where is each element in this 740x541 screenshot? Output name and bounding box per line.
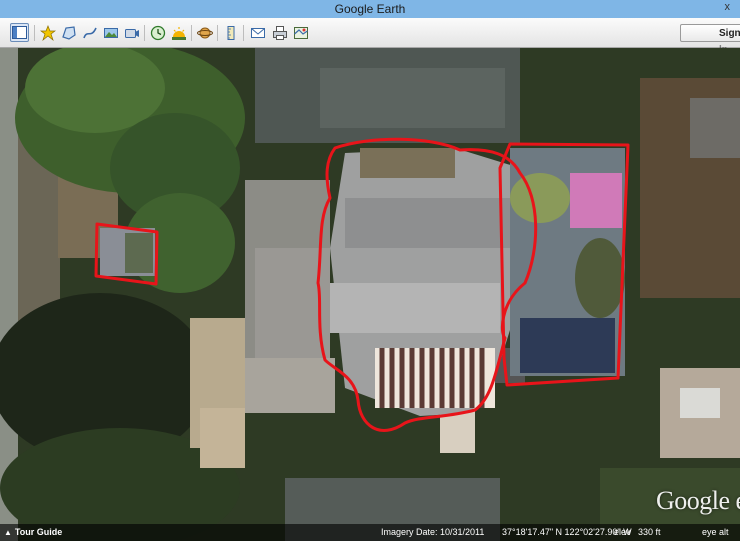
maps-icon xyxy=(293,26,308,39)
email-button[interactable] xyxy=(248,23,267,42)
record-tour-icon xyxy=(124,28,139,38)
eye-altitude-readout: eye alt xyxy=(702,527,729,537)
coordinates-readout: 37°18'17.47" N 122°02'27.90" W xyxy=(502,527,632,537)
clock-icon xyxy=(150,25,165,40)
google-earth-logo: Google earth xyxy=(656,486,740,515)
earth-3d-view[interactable]: Google earth xyxy=(0,48,740,541)
elevation-value: 330 ft xyxy=(638,527,661,537)
print-button[interactable] xyxy=(270,23,289,42)
tour-guide-label: Tour Guide xyxy=(14,527,63,537)
record-tour-button[interactable] xyxy=(122,23,141,42)
add-placemark-button[interactable] xyxy=(38,23,57,42)
email-icon xyxy=(250,27,265,38)
window-title: Google Earth xyxy=(334,2,406,16)
add-polygon-button[interactable] xyxy=(59,23,78,42)
toolbar-separator xyxy=(34,25,35,41)
historical-imagery-button[interactable] xyxy=(148,23,167,42)
tour-guide-button[interactable]: ▲ Tour Guide xyxy=(4,524,62,541)
tour-guide-triangle-icon: ▲ xyxy=(4,528,12,537)
add-path-button[interactable] xyxy=(80,23,99,42)
switch-planet-button[interactable] xyxy=(195,23,214,42)
window-titlebar: Google Earth x xyxy=(0,0,740,18)
elevation-label: elev xyxy=(614,527,631,537)
sun-icon xyxy=(171,26,186,40)
path-icon xyxy=(82,27,97,38)
image-overlay-icon xyxy=(103,27,118,38)
toolbar-separator xyxy=(144,25,145,41)
imagery-date: Imagery Date: 10/31/2011 xyxy=(381,527,485,537)
polygon-icon xyxy=(61,25,76,40)
main-toolbar: Sign in xyxy=(0,18,740,56)
ruler-button[interactable] xyxy=(221,23,240,42)
toolbar-separator xyxy=(191,25,192,41)
print-icon xyxy=(272,25,287,40)
planet-icon xyxy=(196,27,213,38)
status-bar: ▲ Tour Guide Imagery Date: 10/31/2011 37°… xyxy=(0,524,740,541)
view-in-maps-button[interactable] xyxy=(291,23,310,42)
ruler-icon xyxy=(227,25,234,40)
placemark-icon xyxy=(39,24,56,41)
aerial-imagery xyxy=(0,48,740,541)
sign-in-button[interactable]: Sign in xyxy=(680,24,740,56)
sidebar-toggle-button[interactable] xyxy=(10,23,29,42)
toolbar-separator xyxy=(217,25,218,41)
elevation-readout: elev 330 ft xyxy=(614,524,661,541)
toolbar-separator xyxy=(243,25,244,41)
sidebar-icon xyxy=(12,26,27,39)
close-window-button[interactable]: x xyxy=(725,1,731,13)
add-image-overlay-button[interactable] xyxy=(101,23,120,42)
sunlight-button[interactable] xyxy=(169,23,188,42)
